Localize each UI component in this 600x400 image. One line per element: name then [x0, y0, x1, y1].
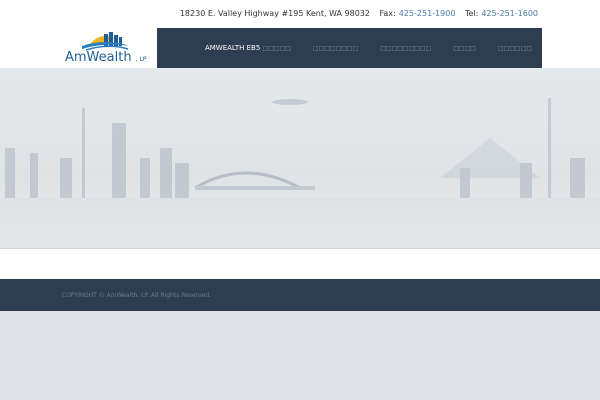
nav-item-3[interactable]: □□□□□□□□□	[380, 44, 431, 52]
logo-skyline-icon	[82, 32, 130, 51]
logo[interactable]: AmWealth , LP	[62, 28, 157, 69]
footer: COPYRIGHT © AmWealth, LP. All Rights Res…	[0, 279, 600, 311]
copyright-text: COPYRIGHT © AmWealth, LP. All Rights Res…	[62, 292, 212, 299]
nav-item-5[interactable]: □□□□□□	[498, 44, 532, 52]
logo-suffix: , LP	[135, 56, 147, 63]
page-bottom	[0, 311, 600, 400]
nav-item-2[interactable]: □□□□□□□□	[313, 44, 358, 52]
fax-label: Fax:	[379, 9, 396, 18]
fax-number: 425-251-1900	[398, 9, 456, 18]
contact-info: 18230 E. Valley Highway #195 Kent, WA 98…	[173, 9, 538, 18]
logo-name: AmWealth	[65, 50, 132, 65]
skyline-image	[0, 98, 600, 248]
tel-label: Tel:	[464, 9, 479, 18]
hero-skyline-banner	[0, 68, 600, 249]
nav-item-amwealth-eb5[interactable]: AMWEALTH EB5 □□□□□	[205, 44, 291, 52]
nav-item-4[interactable]: □□□□	[453, 44, 476, 52]
tel-number: 425-251-1600	[481, 9, 538, 18]
address: 18230 E. Valley Highway #195 Kent, WA 98…	[179, 9, 370, 18]
main-nav: AMWEALTH EB5 □□□□□ □□□□□□□□ □□□□□□□□□ □□…	[157, 28, 542, 68]
